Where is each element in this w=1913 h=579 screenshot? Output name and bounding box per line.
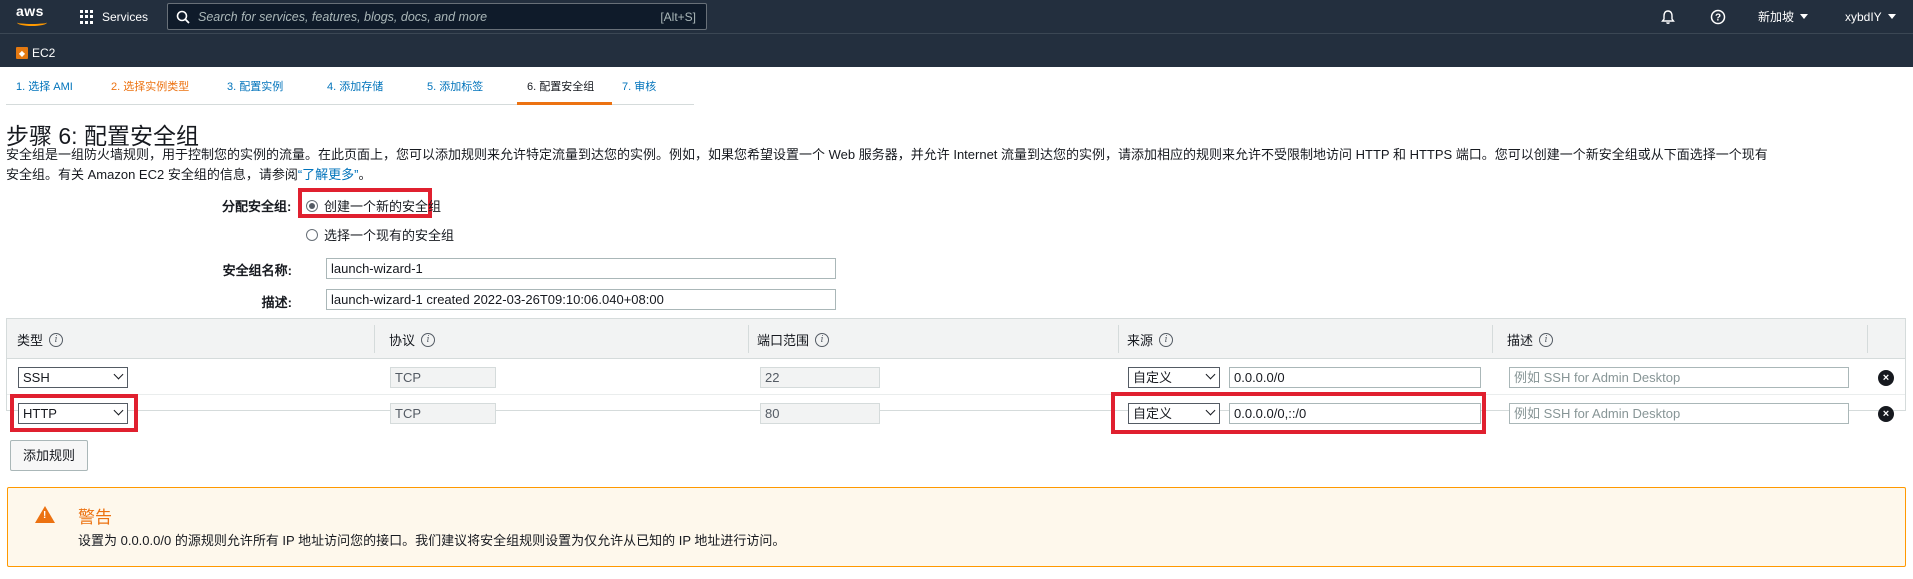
tab-add-storage[interactable]: 4. 添加存储	[317, 77, 417, 105]
col-header-protocol: 协议 i	[389, 330, 436, 349]
intro-line-2: 安全组。有关 Amazon EC2 安全组的信息，请参阅“了解更多”。	[6, 165, 1906, 185]
learn-more-link[interactable]: “了解更多”	[298, 167, 359, 182]
warning-text: 设置为 0.0.0.0/0 的源规则允许所有 IP 地址访问您的接口。我们建议将…	[78, 533, 786, 548]
radio-checked-icon	[306, 199, 318, 212]
column-divider	[1492, 325, 1493, 353]
col-header-source-label: 来源	[1127, 333, 1154, 348]
aws-logo-text: aws	[16, 3, 44, 19]
highlight-box	[10, 394, 138, 432]
aws-smile-icon	[17, 19, 47, 26]
radio-create-new[interactable]: 创建一个新的安全组	[306, 196, 441, 215]
group-desc-label: 描述:	[261, 295, 292, 310]
intro-line-1: 安全组是一组防火墙规则，用于控制您的实例的流量。在此页面上，您可以添加规则来允许…	[6, 147, 1768, 162]
tab-security-group[interactable]: 6. 配置安全组	[517, 77, 612, 105]
radio-unchecked-icon	[306, 228, 318, 241]
radio-select-existing[interactable]: 选择一个现有的安全组	[306, 225, 454, 244]
column-divider	[1867, 325, 1868, 353]
warning-icon: !	[35, 506, 55, 523]
notifications-button[interactable]	[1660, 0, 1680, 33]
warning-alert: ! 警告 设置为 0.0.0.0/0 的源规则允许所有 IP 地址访问您的接口。…	[7, 487, 1906, 567]
radio-select-existing-label: 选择一个现有的安全组	[324, 228, 455, 243]
col-header-protocol-label: 协议	[389, 333, 416, 348]
caret-down-icon	[1887, 14, 1896, 19]
type-value: SSH	[23, 370, 50, 385]
rules-table: 类型 i 协议 i 端口范围 i 来源 i 描述 i SSH TCP 22 自定义 0.0…	[6, 318, 1906, 424]
info-icon[interactable]: i	[1159, 332, 1174, 347]
wizard-tabs: 1. 选择 AMI 2. 选择实例类型 3. 配置实例 4. 添加存储 5. 添…	[6, 77, 694, 105]
warning-title: 警告	[78, 508, 112, 527]
tab-add-tags[interactable]: 5. 添加标签	[417, 77, 517, 105]
info-icon[interactable]: i	[421, 332, 436, 347]
protocol-field: TCP	[390, 367, 496, 388]
tab-choose-ami[interactable]: 1. 选择 AMI	[6, 77, 101, 105]
search-placeholder: Search for services, features, blogs, do…	[198, 9, 488, 24]
help-icon: ?	[1710, 9, 1726, 24]
ec2-icon: ◆	[16, 47, 28, 59]
rule-desc-input[interactable]: 例如 SSH for Admin Desktop	[1509, 367, 1849, 388]
info-icon[interactable]: i	[49, 332, 64, 347]
intro-line-2-text: 安全组。有关 Amazon EC2 安全组的信息，请参阅	[6, 167, 298, 182]
col-header-type: 类型 i	[17, 330, 64, 349]
bell-icon	[1661, 9, 1675, 24]
search-icon	[176, 10, 190, 24]
intro-text: 安全组是一组防火墙规则，用于控制您的实例的流量。在此页面上，您可以添加规则来允许…	[6, 145, 1906, 185]
info-icon[interactable]: i	[815, 332, 830, 347]
search-input[interactable]: Search for services, features, blogs, do…	[167, 3, 707, 30]
column-divider	[1118, 325, 1119, 353]
tab-instance-type[interactable]: 2. 选择实例类型	[101, 77, 217, 105]
grid-icon	[80, 10, 94, 24]
column-divider	[374, 325, 375, 353]
rules-table-header: 类型 i 协议 i 端口范围 i 来源 i 描述 i	[7, 319, 1905, 359]
ec2-service-link[interactable]: ◆ EC2	[16, 46, 55, 60]
info-icon[interactable]: i	[1539, 332, 1554, 347]
source-mode-value: 自定义	[1133, 370, 1173, 385]
radio-create-new-label: 创建一个新的安全组	[324, 199, 442, 214]
service-bar: ◆ EC2	[0, 33, 1913, 67]
col-header-type-label: 类型	[17, 333, 44, 348]
group-name-input[interactable]: launch-wizard-1	[326, 258, 836, 279]
chevron-down-icon	[1205, 369, 1216, 380]
service-name: EC2	[32, 46, 56, 60]
aws-logo[interactable]: aws	[16, 3, 50, 29]
help-button[interactable]: ?	[1710, 0, 1730, 33]
svg-text:?: ?	[1715, 12, 1721, 23]
tab-review[interactable]: 7. 审核	[612, 77, 694, 105]
column-divider	[748, 325, 749, 353]
col-header-desc-label: 描述	[1507, 333, 1534, 348]
group-desc-input[interactable]: launch-wizard-1 created 2022-03-26T09:10…	[326, 289, 836, 310]
delete-rule-icon[interactable]: ×	[1878, 370, 1894, 386]
group-name-label: 安全组名称:	[222, 263, 292, 278]
col-header-desc: 描述 i	[1507, 330, 1554, 349]
delete-rule-icon[interactable]: ×	[1878, 406, 1894, 422]
assign-group-label: 分配安全组:	[222, 199, 292, 214]
protocol-field: TCP	[390, 403, 496, 424]
caret-down-icon	[1800, 14, 1809, 19]
account-label: xybdIY	[1845, 9, 1882, 24]
highlight-box	[1111, 392, 1486, 434]
add-rule-button[interactable]: 添加规则	[10, 440, 88, 471]
region-label: 新加坡	[1758, 10, 1795, 24]
port-field: 80	[760, 403, 880, 424]
search-shortcut: [Alt+S]	[660, 9, 696, 24]
intro-end: 。	[358, 167, 372, 182]
rule-desc-input[interactable]: 例如 SSH for Admin Desktop	[1509, 403, 1849, 424]
col-header-port: 端口范围 i	[757, 330, 830, 349]
account-menu[interactable]: xybdIY	[1845, 0, 1896, 33]
type-select[interactable]: SSH	[18, 367, 128, 388]
chevron-down-icon	[113, 369, 124, 380]
tab-configure-instance[interactable]: 3. 配置实例	[217, 77, 317, 105]
col-header-port-label: 端口范围	[757, 333, 810, 348]
services-menu-button[interactable]: Services	[80, 7, 148, 27]
top-navigation: aws Services Search for services, featur…	[0, 0, 1913, 33]
table-row: SSH TCP 22 自定义 0.0.0.0/0 例如 SSH for Admi…	[7, 359, 1905, 395]
source-mode-select[interactable]: 自定义	[1128, 367, 1220, 388]
port-field: 22	[760, 367, 880, 388]
source-input[interactable]: 0.0.0.0/0	[1229, 367, 1481, 388]
services-label: Services	[102, 10, 149, 24]
region-selector[interactable]: 新加坡	[1758, 0, 1809, 33]
col-header-source: 来源 i	[1127, 330, 1174, 349]
table-row: HTTP TCP 80 自定义 0.0.0.0/0,::/0 例如 SSH fo…	[7, 395, 1905, 431]
